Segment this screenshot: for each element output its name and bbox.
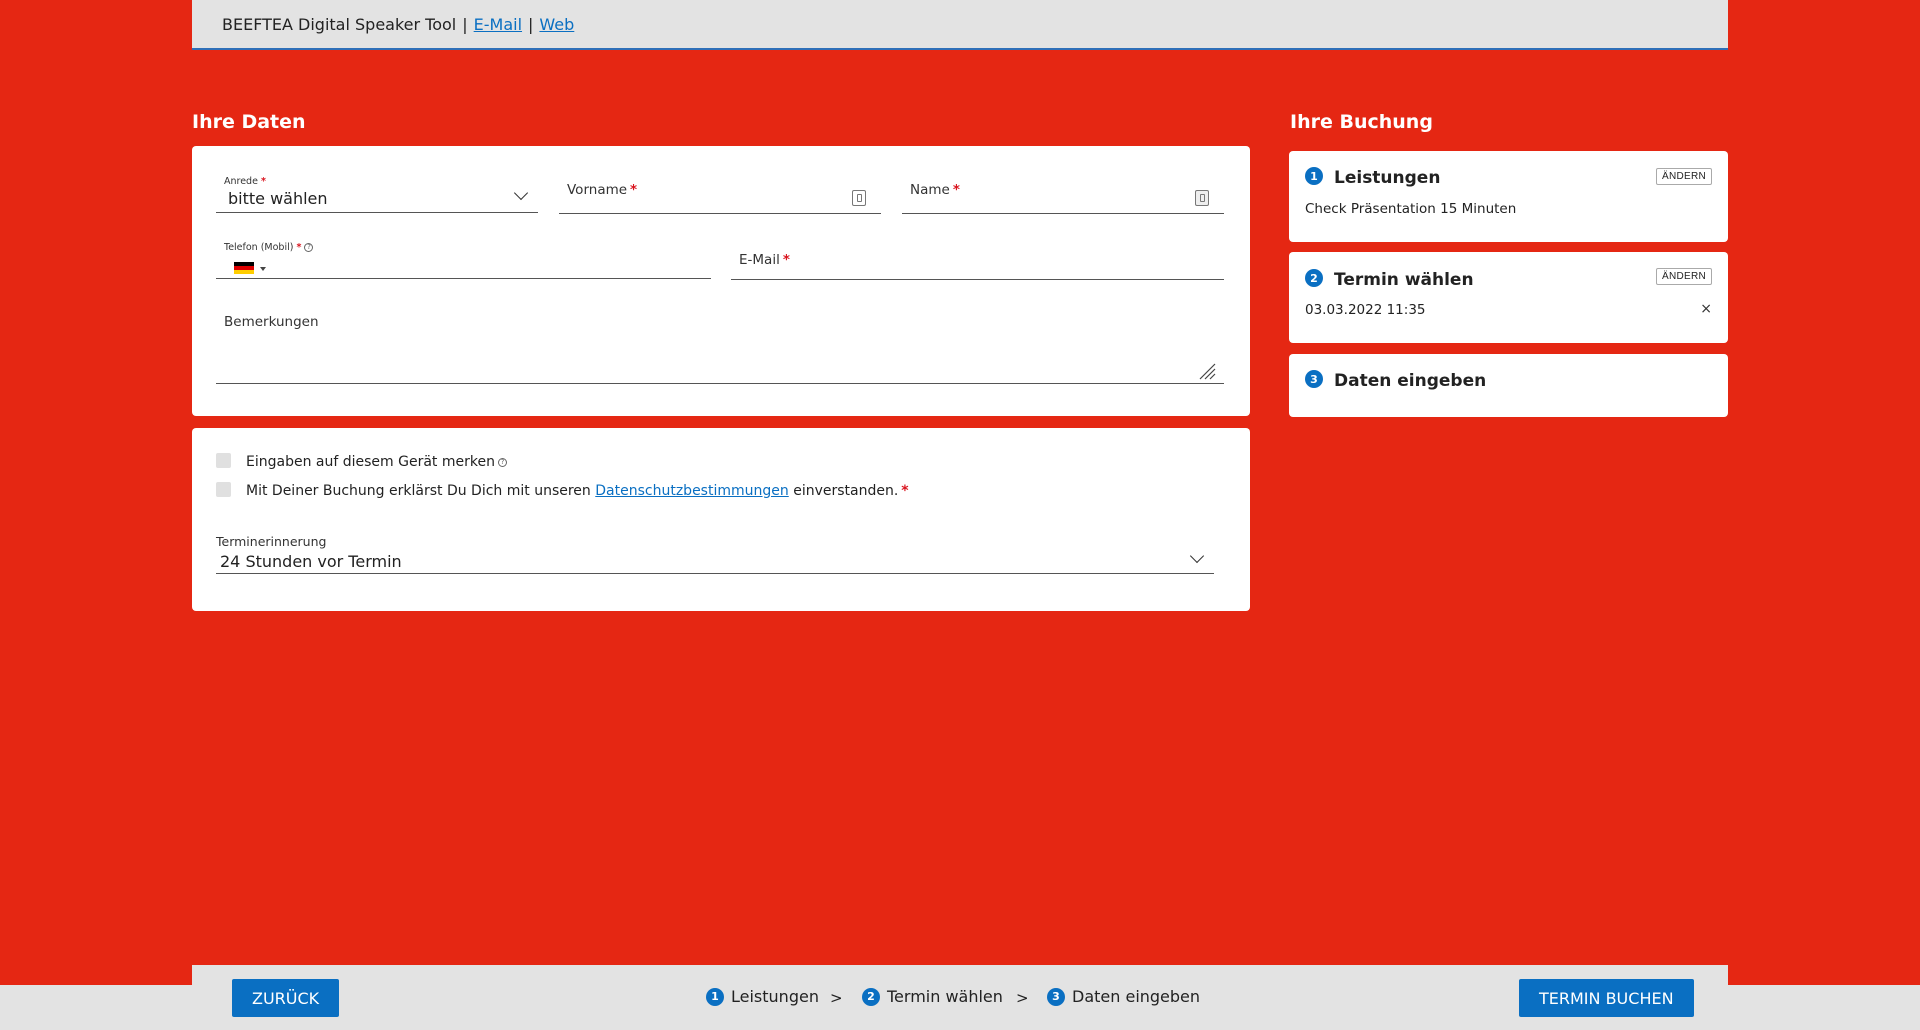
booking-step-card: 1 Leistungen ÄNDERN Check Präsentation 1… — [1289, 151, 1728, 242]
privacy-checkbox[interactable] — [216, 482, 231, 497]
required-marker: * — [296, 242, 302, 253]
step-detail: Check Präsentation 15 Minuten — [1305, 201, 1517, 217]
step-number: 1 — [706, 987, 724, 1006]
required-marker: * — [901, 483, 909, 499]
remove-icon[interactable]: × — [1700, 301, 1712, 317]
reminder-select[interactable]: Terminerinnerung 24 Stunden vor Termin — [216, 534, 1214, 574]
top-bar: BEEFTEA Digital Speaker Tool | E-Mail | … — [192, 0, 1728, 50]
email-label: E-Mail — [739, 252, 780, 268]
name-label: Name — [910, 182, 950, 198]
step-title: Leistungen — [1334, 168, 1441, 188]
remember-checkbox[interactable] — [216, 453, 231, 468]
header-separator: | — [462, 14, 468, 34]
header-separator: | — [528, 14, 534, 34]
privacy-suffix: einverstanden. — [793, 483, 899, 499]
bottom-bar: ZURÜCK 1 Leistungen > 2 Termin wählen > … — [192, 965, 1728, 1030]
email-link[interactable]: E-Mail — [474, 15, 522, 34]
breadcrumb-separator: > — [830, 989, 843, 1007]
step-number: 1 — [1305, 167, 1323, 185]
step-number: 3 — [1305, 370, 1323, 388]
required-marker: * — [630, 182, 638, 198]
step-number: 2 — [862, 987, 880, 1006]
breadcrumb-label: Leistungen — [731, 987, 819, 1006]
book-appointment-button[interactable]: TERMIN BUCHEN — [1519, 979, 1694, 1017]
name-field[interactable]: Name * — [902, 176, 1224, 214]
personal-data-card: Anrede * bitte wählen Vorname * Name * Tele… — [192, 146, 1250, 416]
germany-flag-icon[interactable] — [234, 262, 254, 274]
email-field[interactable]: E-Mail * — [731, 242, 1224, 280]
change-button[interactable]: ÄNDERN — [1655, 168, 1712, 185]
privacy-text: Mit Deiner Buchung erklärst Du Dich mit … — [246, 483, 591, 499]
resize-handle-icon[interactable] — [1198, 362, 1216, 380]
required-marker: * — [952, 182, 960, 198]
reminder-label: Terminerinnerung — [216, 534, 327, 549]
app-title: BEEFTEA Digital Speaker Tool — [222, 14, 457, 34]
breadcrumb-step: 2 Termin wählen — [862, 987, 1003, 1006]
privacy-link[interactable]: Datenschutzbestimmungen — [595, 483, 788, 499]
step-detail: 03.03.2022 11:35 — [1305, 302, 1426, 318]
booking-step-card: 3 Daten eingeben — [1289, 354, 1728, 417]
required-marker: * — [260, 176, 266, 187]
breadcrumb-label: Termin wählen — [887, 987, 1003, 1006]
remember-label: Eingaben auf diesem Gerät merken — [246, 454, 495, 470]
booking-step-card: 2 Termin wählen ÄNDERN 03.03.2022 11:35 … — [1289, 252, 1728, 343]
breadcrumb-label: Daten eingeben — [1072, 987, 1201, 1006]
step-title: Termin wählen — [1334, 270, 1474, 290]
telefon-label: Telefon (Mobil) — [224, 242, 294, 253]
bemerkungen-label: Bemerkungen — [224, 314, 319, 330]
back-button[interactable]: ZURÜCK — [232, 979, 340, 1017]
web-link[interactable]: Web — [539, 15, 574, 34]
caret-down-icon[interactable] — [260, 267, 266, 271]
chevron-down-icon — [513, 185, 529, 201]
info-icon[interactable]: ? — [304, 243, 314, 252]
anrede-value: bitte wählen — [228, 189, 328, 208]
anrede-select[interactable]: Anrede * bitte wählen — [216, 176, 538, 213]
change-button[interactable]: ÄNDERN — [1655, 268, 1712, 285]
breadcrumb-step: 3 Daten eingeben — [1047, 987, 1200, 1006]
breadcrumb-step: 1 Leistungen — [706, 987, 819, 1006]
booking-section-title: Ihre Buchung — [1290, 111, 1433, 133]
chevron-down-icon — [1189, 548, 1205, 564]
anrede-label: Anrede — [224, 176, 258, 187]
step-title: Daten eingeben — [1334, 371, 1487, 391]
required-marker: * — [782, 252, 790, 268]
autofill-icon — [1195, 190, 1209, 206]
step-number: 2 — [1305, 269, 1323, 287]
flag-stripe-gold — [234, 270, 254, 274]
info-icon[interactable]: ? — [497, 457, 507, 467]
vorname-field[interactable]: Vorname * — [559, 176, 881, 214]
step-number: 3 — [1047, 987, 1065, 1006]
bemerkungen-textarea[interactable]: Bemerkungen — [216, 308, 1224, 384]
reminder-value: 24 Stunden vor Termin — [220, 552, 402, 571]
contact-card-icon — [852, 190, 866, 206]
telefon-field[interactable]: Telefon (Mobil) *? — [216, 242, 711, 279]
form-section-title: Ihre Daten — [192, 111, 306, 133]
vorname-label: Vorname — [567, 182, 628, 198]
breadcrumb-separator: > — [1016, 989, 1029, 1007]
options-card: Eingaben auf diesem Gerät merken? Mit De… — [192, 428, 1250, 611]
